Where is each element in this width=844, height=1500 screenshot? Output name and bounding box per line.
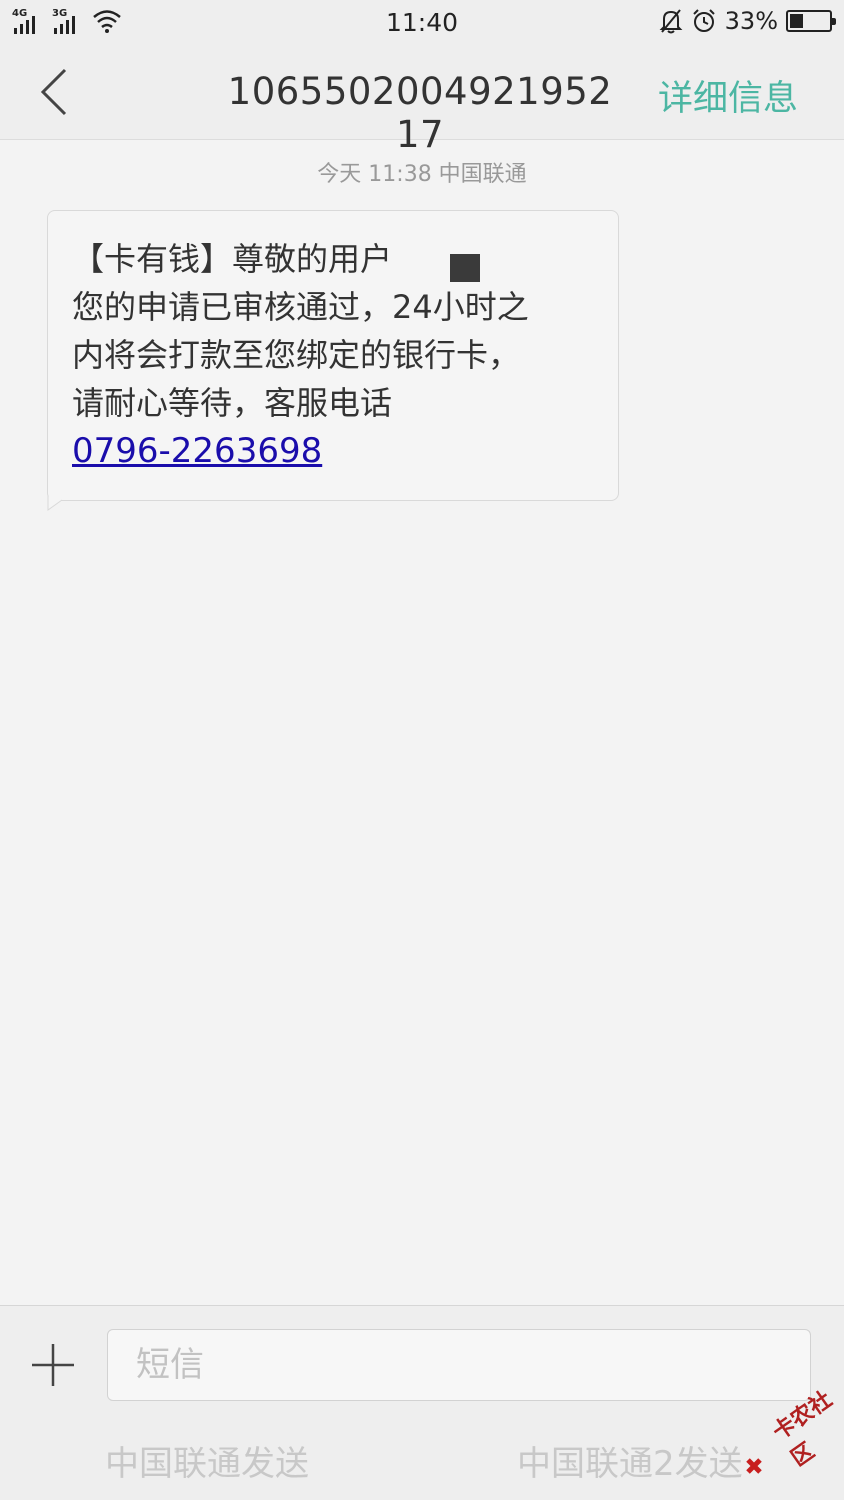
phone-link[interactable]: 0796-2263698 — [72, 431, 322, 471]
message-timestamp: 今天 11:38 中国联通 — [317, 162, 527, 187]
sender-number: 1065502004921952 17 — [227, 70, 613, 156]
chevron-left-icon — [40, 68, 67, 116]
bell-muted-icon — [659, 9, 683, 34]
back-button[interactable] — [26, 62, 82, 122]
alarm-icon — [692, 9, 715, 32]
battery-percent: 33% — [724, 7, 778, 35]
battery-icon — [786, 10, 836, 32]
bubble-tail — [47, 496, 63, 511]
redaction-block — [450, 254, 480, 282]
details-button[interactable]: 详细信息 — [658, 70, 798, 121]
status-right: 33% — [659, 7, 836, 35]
send-sim1-button[interactable]: 中国联通发送 — [105, 1436, 309, 1485]
conversation-header: 1065502004921952 17 详细信息 — [0, 44, 844, 156]
plus-icon[interactable] — [28, 1340, 78, 1390]
compose-bar: 中国联通发送 中国联通2发送 — [0, 1305, 844, 1500]
message-bubble[interactable]: 【卡有钱】尊敬的用户 您的申请已审核通过，24小时之内将会打款至您绑定的银行卡，… — [47, 210, 619, 501]
status-bar: 4G 3G 11:40 33% — [0, 0, 844, 44]
sms-input[interactable] — [107, 1329, 811, 1401]
send-sim2-button[interactable]: 中国联通2发送 — [517, 1436, 743, 1485]
